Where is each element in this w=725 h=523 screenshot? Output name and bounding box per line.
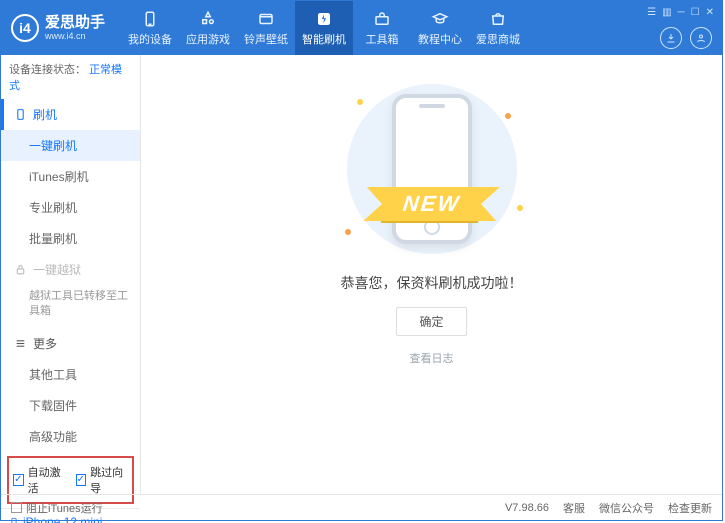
sidebar-section-flash[interactable]: 刷机	[1, 99, 140, 130]
list-icon	[14, 337, 27, 350]
new-ribbon: NEW	[381, 187, 482, 221]
tutorial-icon	[431, 10, 449, 28]
nav-ringtones-wallpapers[interactable]: 铃声壁纸	[237, 1, 295, 55]
sidebar: 设备连接状态： 正常模式 刷机 一键刷机 iTunes刷机 专业刷机 批量刷机 …	[1, 55, 141, 494]
sidebar-item-other-tools[interactable]: 其他工具	[1, 359, 140, 390]
flash-icon	[315, 10, 333, 28]
nav-tutorial-center[interactable]: 教程中心	[411, 1, 469, 55]
sidebar-item-download-firmware[interactable]: 下载固件	[1, 390, 140, 421]
close-button[interactable]: ✕	[706, 7, 714, 18]
success-illustration: NEW	[327, 79, 537, 259]
nav-toolbox[interactable]: 工具箱	[353, 1, 411, 55]
maximize-button[interactable]: ☐	[691, 7, 700, 18]
brand-block: 爱思助手 www.i4.cn	[45, 15, 105, 42]
download-button[interactable]	[660, 27, 682, 49]
sidebar-item-pro-flash[interactable]: 专业刷机	[1, 192, 140, 223]
nav-apps-games[interactable]: 应用游戏	[179, 1, 237, 55]
app-name: 爱思助手	[45, 15, 105, 32]
sidebar-section-jailbreak[interactable]: 一键越狱	[1, 254, 140, 285]
checkbox-block-itunes[interactable]: 阻止iTunes运行	[11, 500, 103, 516]
sidebar-item-itunes-flash[interactable]: iTunes刷机	[1, 161, 140, 192]
statusbar: 阻止iTunes运行 V7.98.66 客服 微信公众号 检查更新	[1, 494, 722, 520]
checkbox-icon	[11, 502, 22, 513]
version-label: V7.98.66	[505, 502, 549, 514]
jailbreak-note: 越狱工具已转移至工具箱	[1, 285, 140, 328]
app-window: i4 爱思助手 www.i4.cn 我的设备 应用游戏 铃声壁纸 智能刷机	[0, 0, 723, 521]
account-button[interactable]	[690, 27, 712, 49]
window-controls: ☰ ▥ ─ ☐ ✕	[647, 7, 714, 18]
phone-icon	[14, 108, 27, 121]
checkbox-skip-setup[interactable]: ✓ 跳过向导	[76, 464, 129, 496]
link-wechat[interactable]: 微信公众号	[599, 500, 654, 516]
sidebar-section-more[interactable]: 更多	[1, 328, 140, 359]
skin-icon[interactable]: ▥	[662, 7, 671, 18]
nav-smart-flash[interactable]: 智能刷机	[295, 1, 353, 55]
nav-store[interactable]: 爱思商城	[469, 1, 527, 55]
sidebar-item-oneclick-flash[interactable]: 一键刷机	[1, 130, 140, 161]
phone-illustration-icon	[392, 94, 472, 244]
user-icon	[695, 32, 707, 44]
main-content: NEW 恭喜您，保资料刷机成功啦！ 确定 查看日志	[141, 55, 722, 494]
titlebar: i4 爱思助手 www.i4.cn 我的设备 应用游戏 铃声壁纸 智能刷机	[1, 1, 722, 55]
connection-status: 设备连接状态： 正常模式	[1, 55, 140, 99]
app-logo-icon: i4	[11, 14, 39, 42]
body: 设备连接状态： 正常模式 刷机 一键刷机 iTunes刷机 专业刷机 批量刷机 …	[1, 55, 722, 494]
app-url: www.i4.cn	[45, 31, 105, 41]
sidebar-item-advanced[interactable]: 高级功能	[1, 421, 140, 452]
link-customer-service[interactable]: 客服	[563, 500, 585, 516]
device-icon	[141, 10, 159, 28]
toolbox-icon	[373, 10, 391, 28]
store-icon	[489, 10, 507, 28]
apps-icon	[199, 10, 217, 28]
menu-icon[interactable]: ☰	[647, 7, 656, 18]
top-nav: 我的设备 应用游戏 铃声壁纸 智能刷机 工具箱 教程中心	[121, 1, 527, 55]
sidebar-item-batch-flash[interactable]: 批量刷机	[1, 223, 140, 254]
success-message: 恭喜您，保资料刷机成功啦！	[341, 273, 523, 293]
checkbox-icon: ✓	[13, 474, 24, 486]
checkbox-icon: ✓	[76, 474, 87, 486]
download-icon	[665, 32, 677, 44]
nav-my-device[interactable]: 我的设备	[121, 1, 179, 55]
view-log-link[interactable]: 查看日志	[410, 350, 454, 366]
media-icon	[257, 10, 275, 28]
link-check-update[interactable]: 检查更新	[668, 500, 712, 516]
checkbox-auto-activate[interactable]: ✓ 自动激活	[13, 464, 66, 496]
lock-icon	[14, 263, 27, 276]
minimize-button[interactable]: ─	[678, 7, 685, 18]
confirm-button[interactable]: 确定	[396, 307, 466, 336]
